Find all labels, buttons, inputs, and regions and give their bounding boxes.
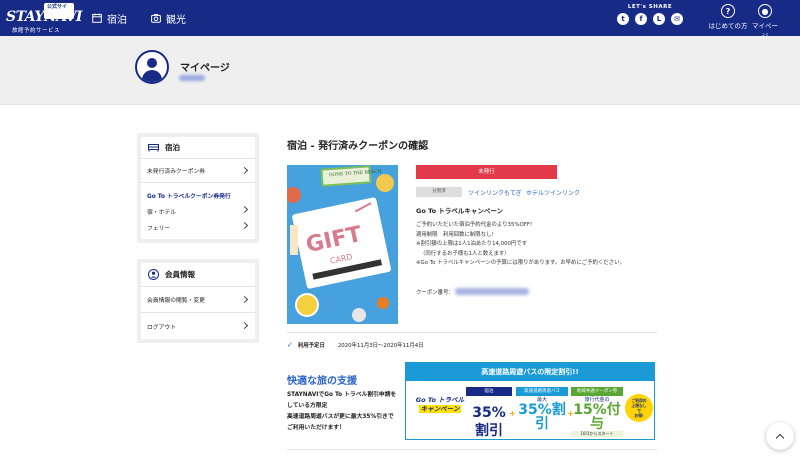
logo-name: STAYNAVI [6,9,82,25]
plus-icon: + [509,409,516,418]
sidebar-item-label: 宿・ホテル [147,209,176,216]
banner-col-stay: 宿泊 35%割引 [466,387,512,440]
avatar [135,50,169,84]
chevron-right-icon [240,166,249,175]
camera-icon [151,14,161,23]
nav-sightseeing-label: 観光 [166,14,186,26]
sidebar-item-label: 会員情報の閲覧・変更 [147,298,205,304]
masked-username [179,75,205,81]
nav-stay-label: 宿泊 [107,14,127,26]
masked-coupon-number [455,288,529,295]
unlimited-badge: ご利用の 上限なし で お得! [625,394,653,422]
calendar-icon [92,13,102,23]
support-line: 高速道路周遊バスが更に最大35%引きで [287,414,394,420]
banner-campaign-line: Go To トラベル [415,396,465,404]
facebook-icon[interactable]: f [635,13,647,25]
banner-value: 35%割引 [472,405,506,439]
usage-date-row: ✓ 利用予定日 2020年11月3日～2020年11月4日 [287,340,424,349]
support-line: STAYNAVIでGo To トラベル割引申請を [287,392,397,398]
chevron-up-icon [775,433,785,442]
facility-link-2[interactable]: ホテルツインリンク [526,188,580,197]
page-title: 宿泊 - 発行済みクーポンの確認 [287,141,429,152]
page-heading: マイページ [180,63,230,74]
scroll-to-top-button[interactable] [766,422,794,450]
campaign-title: Go To トラベルキャンペーン [416,207,504,215]
banner-campaign: Go To トラベル キャンペーン [412,396,468,414]
sidebar-goto-heading: Go To トラベルクーポン券発行 [147,193,231,200]
user-band: マイページ [0,36,800,105]
desc-line: ※Go To トラベルキャンペーンの予算には限りがあります。お早めにご予約くださ… [416,260,625,266]
sidebar-stay-header: 宿泊 [141,137,255,159]
mail-icon[interactable]: ✉ [671,13,683,25]
usage-date-value: 2020年11月3日～2020年11月4日 [337,342,424,349]
sidebar-stay: 宿泊 未発行済みクーポン券 Go To トラベルクーポン券発行 宿・ホテル フェ… [137,133,259,243]
chevron-right-icon [240,321,249,330]
coupon-type-chip: 分割済 [416,187,462,197]
divider [287,332,657,333]
sidebar-item-label: ログアウト [147,324,176,331]
badge-line: お得! [634,413,644,418]
line-icon[interactable]: L [653,13,665,25]
sidebar-member-title: 会員情報 [165,270,195,279]
sidebar-item-logout[interactable]: ログアウト [141,313,255,339]
user-icon: ● [758,4,772,18]
support-line: している方限定 [287,403,328,409]
banner-tag: 高速道路周遊バス [516,387,568,396]
divider [287,449,657,450]
sidebar-member: 会員情報 会員情報の閲覧・変更 ログアウト [137,259,259,343]
mypage-button[interactable]: ● マイページ [750,4,780,40]
sidebar-item-member-info[interactable]: 会員情報の閲覧・変更 [141,287,255,313]
nav-sightseeing[interactable]: 観光 [151,10,186,26]
facility-link-1[interactable]: ツインリンクもてぎ [468,188,522,197]
coupon-description: ご予約いただいた宿泊予約代金のより35%OFF! 適用制限 利用回数に制限なし!… [416,221,625,269]
usage-date-label: 利用予定日 [297,342,325,349]
question-icon: ? [721,4,735,18]
site-header: 公式サイト STAYNAVI 旅館予約サービス 宿泊 観光 LET's SHAR… [0,0,800,40]
chevron-right-icon [240,221,249,230]
share-label: LET's SHARE [627,4,673,10]
desc-line: ご予約いただいた宿泊予約代金のより35%OFF! [416,222,533,228]
status-badge: 未発行 [416,165,557,179]
desc-line: 適用制限 利用回数に制限なし! [416,231,494,238]
help-label: はじめての方 [708,22,748,30]
chevron-right-icon [240,295,249,304]
nav-stay[interactable]: 宿泊 [92,10,127,26]
support-text: STAYNAVIでGo To トラベル割引申請を している方限定 高速道路周遊バ… [287,390,407,434]
banner-value: 15%付与 [573,402,621,432]
sidebar-item-unissued-coupons[interactable]: 未発行済みクーポン券 [141,159,255,183]
logo-sub: 旅館予約サービス [12,28,61,34]
banner-col-coupon: 地域共通クーポン券 旅行代金の 15%付与 10/1からスタート [571,387,623,437]
sidebar-stay-title: 宿泊 [165,143,180,152]
banner-campaign-line: キャンペーン [418,405,462,413]
sidebar-item-label: 未発行済みクーポン券 [147,169,205,175]
sidebar-item-hotel[interactable]: 宿・ホテル [141,203,255,219]
desc-line: ※割引額の上限は1人1泊あたり14,000円です [416,241,528,247]
sidebar-member-header: 会員情報 [141,263,255,287]
chevron-right-icon [240,205,249,214]
banner-col-bus: 高速道路周遊バス 最大 35%割引 [516,387,568,431]
twitter-icon[interactable]: t [617,13,629,25]
banner-tag: 宿泊 [466,387,512,396]
sidebar-item-ferry[interactable]: フェリー [141,219,255,235]
check-icon: ✓ [287,340,293,349]
support-title: 快適な旅の支援 [287,376,357,387]
coupon-number-label: クーポン番号： [416,290,454,296]
banner-note: 10/1からスタート [571,431,623,437]
member-icon [148,269,159,280]
staynavi-logo[interactable]: 公式サイト STAYNAVI 旅館予約サービス [6,3,82,34]
gift-card-image: GONE TO THE BEACH GIFT CARD [287,165,398,324]
banner-value: 35%割引 [518,402,566,432]
support-line: ご利用いただけます！ [287,425,345,431]
banner-tag: 地域共通クーポン券 [571,387,623,396]
desc-line: （同行するお子様も1人と数えます） [420,250,510,257]
bed-icon [148,143,159,151]
help-button[interactable]: ? はじめての方 [707,4,749,30]
banner-header: 高速道路周遊バスの限定割引!! [406,363,654,381]
share-group: LET's SHARE t f L ✉ [617,4,683,25]
sidebar-item-label: フェリー [147,225,171,232]
bus-discount-banner[interactable]: 高速道路周遊バスの限定割引!! Go To トラベル キャンペーン 宿泊 35%… [405,362,655,440]
